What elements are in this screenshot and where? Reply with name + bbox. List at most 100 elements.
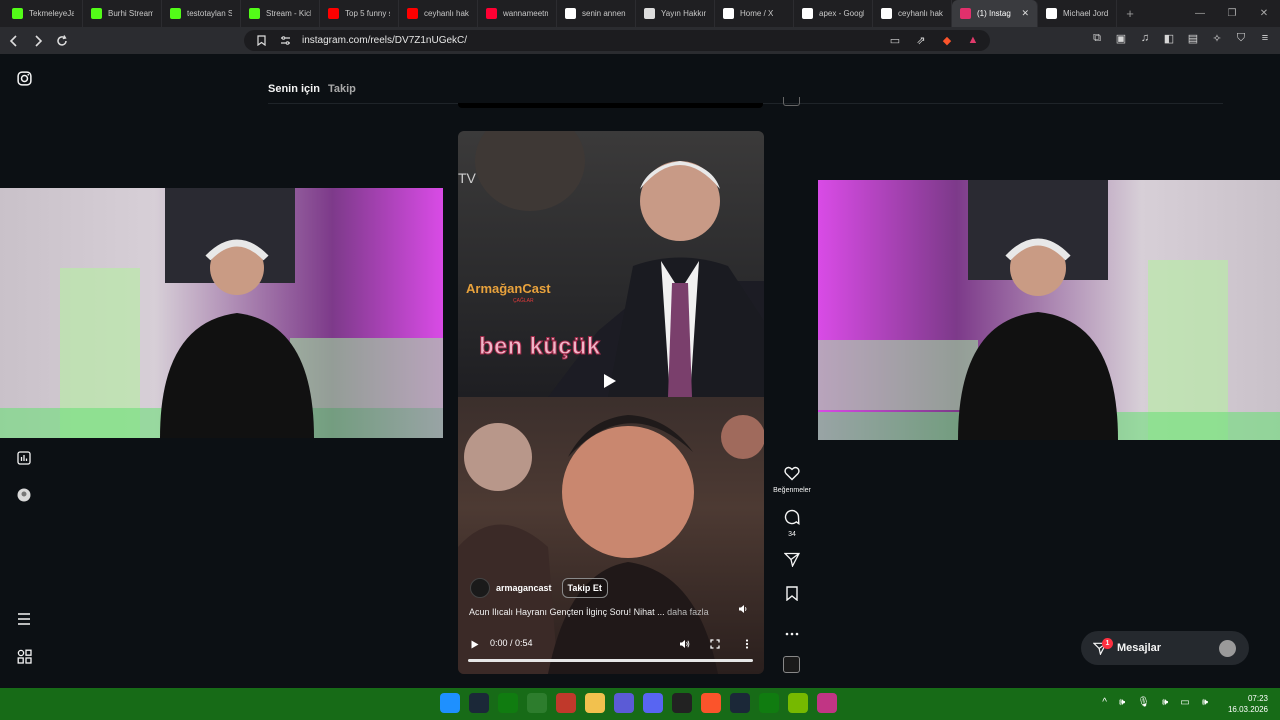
tab-close-icon[interactable]: ✕ (1021, 8, 1029, 19)
browser-tab[interactable]: Yayın Hakkına (636, 0, 715, 27)
play-control-icon[interactable] (468, 637, 482, 651)
toolbar-right: ⧉ ▣ ♫ ◧ ▤ ✧ ⛉ ≡ (1090, 31, 1272, 45)
xbox-icon[interactable] (498, 693, 518, 713)
browser-tab[interactable]: Home / X (715, 0, 794, 27)
browser-tab[interactable]: Stream - Kick (241, 0, 320, 27)
browser-tab[interactable]: wannameetm (478, 0, 557, 27)
discord-icon[interactable] (643, 693, 663, 713)
more-menu-icon[interactable] (16, 611, 32, 627)
play-icon[interactable] (599, 370, 621, 392)
forward-icon[interactable] (28, 31, 48, 51)
file-explorer-icon[interactable] (585, 693, 605, 713)
brave-rewards-icon[interactable]: ▲ (966, 33, 980, 47)
vpn-icon[interactable]: ⛉ (1234, 31, 1248, 45)
mute-control-icon[interactable] (677, 637, 691, 651)
profile-avatar-icon[interactable] (16, 487, 32, 503)
instagram-app-icon[interactable] (817, 693, 837, 713)
browser-tab[interactable]: ceyhanlı hakk (399, 0, 478, 27)
sidebar-toggle-icon[interactable]: ◧ (1162, 31, 1176, 45)
more-options-action[interactable] (770, 623, 814, 641)
comment-action[interactable]: 34 (770, 509, 814, 538)
stats-icon[interactable] (16, 450, 32, 466)
extensions-icon[interactable]: ⧉ (1090, 31, 1104, 45)
window-controls: — ❐ ✕ (1184, 0, 1280, 27)
browser-tab[interactable]: ceyhanlı hakk (873, 0, 952, 27)
screenshot-icon[interactable]: ▣ (1114, 31, 1128, 45)
reload-icon[interactable] (52, 31, 72, 51)
save-action[interactable] (770, 586, 814, 606)
tray-chevron-icon[interactable]: ^ (1102, 697, 1107, 708)
video-options-icon[interactable] (740, 637, 754, 651)
share-action[interactable] (770, 552, 814, 572)
speaker-icon[interactable]: 🕪 (1162, 697, 1168, 708)
github-icon[interactable] (672, 693, 692, 713)
browser-tab[interactable]: Top 5 funny s (320, 0, 399, 27)
previous-reel-thumb[interactable] (783, 97, 800, 106)
bookmark-icon[interactable] (254, 34, 268, 48)
site-info-icon[interactable] (278, 34, 292, 48)
youtube-icon (407, 8, 418, 19)
url-bar[interactable]: instagram.com/reels/DV7Z1nUGekC/ ▭ ⇗ ◆ ▲ (244, 30, 990, 51)
nvidia-icon[interactable] (788, 693, 808, 713)
brave-shields-icon[interactable]: ◆ (940, 33, 954, 47)
like-action[interactable]: Beğenmeler (770, 466, 814, 494)
cast-icon[interactable]: ▭ (888, 33, 902, 47)
author-avatar[interactable] (470, 578, 490, 598)
wallet-icon[interactable]: ▤ (1186, 31, 1200, 45)
network-icon[interactable]: ▭ (1180, 697, 1189, 708)
audio-thumbnail[interactable] (783, 656, 800, 673)
steam-icon[interactable] (730, 693, 750, 713)
video-progress-bar[interactable] (468, 659, 753, 662)
more-link[interactable]: daha fazla (667, 607, 709, 617)
brave-icon[interactable] (701, 693, 721, 713)
volume-icon[interactable] (736, 602, 750, 616)
windows-taskbar: ^ 🕪 🎙 🕪 ▭ 🕪 07:23 16.03.2026 (0, 688, 1280, 720)
record-app-icon[interactable] (614, 693, 634, 713)
tab-content: Top 5 funny s (328, 8, 390, 19)
game-app-icon[interactable] (556, 693, 576, 713)
restore-icon[interactable]: ❐ (1216, 0, 1248, 27)
author-name[interactable]: armagancast (496, 583, 552, 593)
tab-content: Yayın Hakkına (644, 8, 706, 19)
save-icon[interactable] (786, 586, 798, 602)
more-options-icon[interactable] (785, 632, 799, 636)
browser-tab[interactable]: apex - Google (794, 0, 873, 27)
browser-tab[interactable]: Burhi Stream (83, 0, 162, 27)
menu-icon[interactable]: ≡ (1258, 31, 1272, 45)
browser-tab[interactable]: testotaylan Str (162, 0, 241, 27)
music-icon[interactable]: ♫ (1138, 31, 1152, 45)
comment-icon[interactable] (784, 509, 800, 525)
xbox-icon[interactable] (759, 693, 779, 713)
url-text: instagram.com/reels/DV7Z1nUGekC/ (302, 35, 468, 46)
close-window-icon[interactable]: ✕ (1248, 0, 1280, 27)
reel-video[interactable]: TV ArmağanCast ÇAĞLAR ben küçük armaganc… (458, 131, 764, 674)
browser-tab[interactable]: Michael Jorda (1038, 0, 1117, 27)
windows-start-icon[interactable] (440, 693, 460, 713)
browser-tab[interactable]: (1) Instag ✕ (952, 0, 1038, 27)
tab-title: TekmeleyeJak (29, 9, 74, 18)
leo-ai-icon[interactable]: ✧ (1210, 31, 1224, 45)
google-icon (802, 8, 813, 19)
tab-content: Burhi Stream (91, 8, 153, 19)
mic-icon[interactable]: 🎙 (1137, 697, 1150, 708)
new-tab-button[interactable]: + (1117, 6, 1143, 21)
back-icon[interactable] (4, 31, 24, 51)
browser-tab[interactable]: senin annen h (557, 0, 636, 27)
share-icon[interactable]: ⇗ (914, 33, 928, 47)
system-tray: ^ 🕪 🎙 🕪 ▭ 🕪 (1102, 697, 1208, 708)
send-icon[interactable] (783, 552, 801, 568)
tab-following[interactable]: Takip (328, 83, 356, 95)
heart-icon[interactable] (784, 466, 800, 481)
speaker-icon[interactable]: 🕪 (1119, 697, 1125, 708)
follow-button[interactable]: Takip Et (561, 578, 608, 598)
minimize-icon[interactable]: — (1184, 0, 1216, 27)
steam-icon[interactable] (469, 693, 489, 713)
instagram-logo-icon[interactable] (16, 70, 32, 86)
store-icon[interactable] (527, 693, 547, 713)
also-from-meta-icon[interactable] (16, 648, 32, 664)
tab-for-you[interactable]: Senin için (268, 83, 320, 95)
taskbar-clock[interactable]: 07:23 16.03.2026 (1228, 693, 1268, 715)
browser-tab[interactable]: TekmeleyeJak (4, 0, 83, 27)
fullscreen-icon[interactable] (708, 637, 722, 651)
volume-icon[interactable]: 🕪 (1202, 697, 1208, 708)
